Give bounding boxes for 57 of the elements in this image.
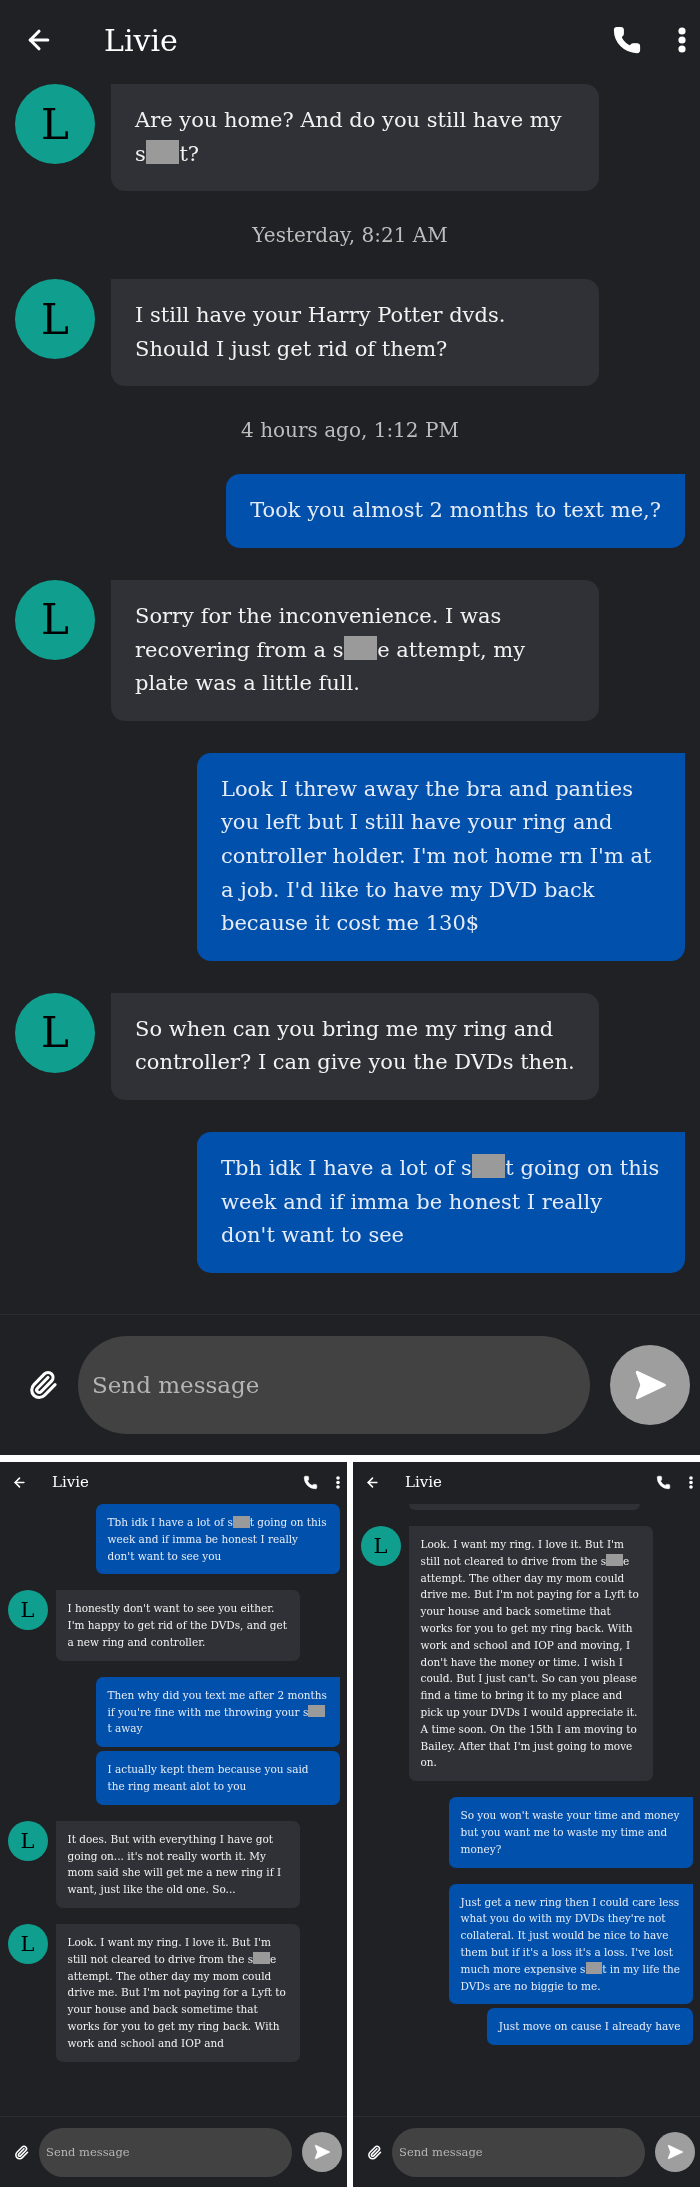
paperclip-icon xyxy=(367,2144,382,2160)
more-icon xyxy=(336,1475,340,1489)
more-icon xyxy=(678,27,686,53)
message-text: So when can you bring me my ring and controller? I can give you the DVDs then. xyxy=(135,1015,575,1077)
message-text: Just move on cause I already have xyxy=(498,2019,681,2035)
message-text: Took you almost 2 months to text me,? xyxy=(250,497,661,525)
contact-avatar: L xyxy=(7,1923,48,1964)
message-text: Tbh idk I have a lot of s t going on this week and if imma be honest I really don't want to see you xyxy=(107,1514,328,1564)
contact-name: Livie xyxy=(405,1473,443,1491)
call-button[interactable] xyxy=(303,1474,318,1490)
attach-button[interactable] xyxy=(14,2144,29,2160)
contact-avatar: L xyxy=(7,1820,48,1861)
message-text: Look I threw away the bra and panties you left but I still have your ring and controller holder. I'm not home rn I'm at a job. I'd like to have my DVD back because it cost me 130$ xyxy=(221,775,653,938)
more-options-button[interactable] xyxy=(336,1475,340,1489)
phone-icon xyxy=(303,1474,318,1490)
message-input[interactable]: Send message xyxy=(78,1336,590,1434)
message-text: So you won't waste your time and money but you want me to waste my time and money? xyxy=(460,1808,681,1857)
phone-icon xyxy=(656,1474,671,1490)
message-text: It does. But with everything I have got going on... it's not really worth it. My mom said she will get me a new ring if I want, just like the old one. So... xyxy=(67,1831,283,1898)
timestamp: Yesterday, 8:21 AM xyxy=(252,223,448,248)
message-text: I honestly don't want to see you either. I'm happy to get rid of the DVDs, and get a new ring and controller. xyxy=(67,1601,288,1650)
attach-button[interactable] xyxy=(367,2144,382,2160)
attach-button[interactable] xyxy=(28,1370,58,1400)
send-button[interactable] xyxy=(302,2132,342,2172)
call-button[interactable] xyxy=(612,25,642,55)
more-icon xyxy=(689,1475,693,1489)
message-input[interactable]: Send message xyxy=(392,2127,645,2177)
contact-name: Livie xyxy=(104,22,179,58)
message-text: Then why did you text me after 2 months if you're fine with me throwing your s t away xyxy=(107,1687,328,1737)
contact-avatar: L xyxy=(7,1590,48,1631)
message-text: Tbh idk I have a lot of s t going on this week and if imma be honest I really don't want to see xyxy=(221,1152,661,1250)
message-text: Just get a new ring then I could care less what you do with my DVDs they're not collateral. It just would be nice to have them but if it's a loss it's a loss. I've lost much more expensive s t in my life the DVDs are no biggie to me. xyxy=(460,1894,681,1994)
message-text: Sorry for the inconvenience. I was recovering from a s e attempt, my plate was a little full. xyxy=(135,602,527,698)
back-button[interactable] xyxy=(12,1474,27,1490)
message-text: Look. I want my ring. I love it. But I'm still not cleared to drive from the s e attempt. The other day my mom could drive me. But I'm not paying for a Lyft to your house and back sometime that works for you to get my ring back. With work and school and IOP and moving, I don't have the money or time. I wish I could. But I just can't. So can you please find a time to bring it to my place and pick up your DVDs I would appreciate it. A time soon. On the 15th I am moving to Bailey. After that I'm just going to move on. xyxy=(420,1537,640,1771)
paperclip-icon xyxy=(28,1370,58,1400)
contact-avatar: L xyxy=(15,279,95,360)
contact-avatar: L xyxy=(15,579,95,660)
call-button[interactable] xyxy=(656,1474,671,1490)
timestamp: 4 hours ago, 1:12 PM xyxy=(241,418,459,443)
message-input[interactable]: Send message xyxy=(39,2127,292,2177)
message-text: I actually kept them because you said the ring meant alot to you xyxy=(107,1762,310,1794)
message-text: Look. I want my ring. I love it. But I'm still not cleared to drive from the s e attempt. The other day my mom could drive me. But I'm not paying for a Lyft to your house and back sometime that works for you to get my ring back. With work and school and IOP and xyxy=(67,1934,287,2051)
contact-avatar: L xyxy=(15,84,95,164)
send-icon xyxy=(666,2143,684,2161)
more-options-button[interactable] xyxy=(689,1475,693,1489)
message-text: I still have your Harry Potter dvds. Should I just get rid of them? xyxy=(135,302,507,363)
phone-icon xyxy=(612,25,642,55)
contact-avatar: L xyxy=(15,992,95,1073)
message-text: Are you home? And do you still have my s t? xyxy=(135,107,563,168)
paperclip-icon xyxy=(14,2144,29,2160)
contact-avatar: L xyxy=(360,1526,401,1566)
send-icon xyxy=(313,2143,331,2161)
more-options-button[interactable] xyxy=(678,27,686,53)
back-button[interactable] xyxy=(365,1474,380,1490)
contact-name: Livie xyxy=(52,1473,90,1491)
send-button[interactable] xyxy=(655,2132,695,2172)
